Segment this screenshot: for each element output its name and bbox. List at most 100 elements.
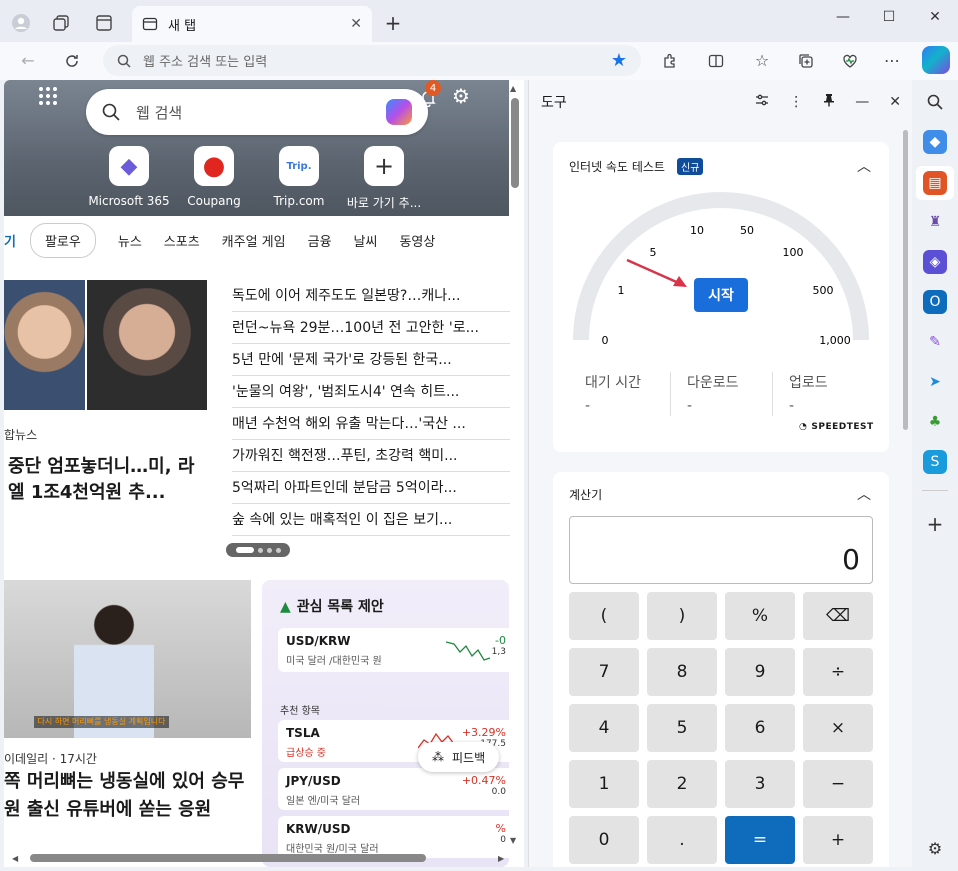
profile-icon[interactable] <box>6 8 36 38</box>
feed-tab-sports[interactable]: 스포츠 <box>164 231 200 250</box>
web-search-box[interactable]: 웹 검색 <box>86 89 428 135</box>
sidebar-games-icon[interactable]: ♜ <box>923 210 947 234</box>
feed-tab-active[interactable]: 기 <box>4 231 16 250</box>
news-photo-right[interactable] <box>87 280 207 410</box>
feed-tab-video[interactable]: 동영상 <box>399 231 435 250</box>
headline-item[interactable]: 독도에 이어 제주도도 일본땅?…캐나... <box>232 280 510 312</box>
calc-key-one[interactable]: 1 <box>569 760 639 808</box>
maximize-icon[interactable]: ☐ <box>866 0 912 34</box>
scroll-left-icon[interactable]: ◀ <box>12 854 18 863</box>
start-test-button[interactable]: 시작 <box>694 278 748 312</box>
copilot-search-icon[interactable] <box>386 99 412 125</box>
customize-icon[interactable] <box>755 93 769 111</box>
pin-icon[interactable] <box>823 93 835 111</box>
feed-tab-follow[interactable]: 팔로우 <box>29 222 96 258</box>
apps-grid-icon[interactable] <box>36 84 60 108</box>
ntp-vertical-scrollbar[interactable]: ▲ ▼ <box>508 80 522 850</box>
collapse-chevron-icon[interactable]: ︿ <box>857 484 871 504</box>
scroll-right-icon[interactable]: ▶ <box>498 854 504 863</box>
tab-new-tab[interactable]: 새 탭 ✕ <box>132 6 372 42</box>
sidebar-telegram-icon[interactable]: ➤ <box>923 370 947 394</box>
address-bar[interactable]: 웹 주소 검색 또는 입력 ★ <box>103 45 641 76</box>
calc-key-divide[interactable]: ÷ <box>803 648 873 696</box>
sidebar-skype-icon[interactable]: S <box>923 450 947 474</box>
back-icon[interactable]: ← <box>12 45 44 76</box>
collections-icon[interactable] <box>790 45 822 76</box>
page-settings-icon[interactable]: ⚙ <box>452 84 470 108</box>
calc-key-open-paren[interactable]: ( <box>569 592 639 640</box>
video-news-card[interactable]: 다시 하면 머리뼈를 냉동실 계획입니다 이데일리 · 17시간 쪽 머리뼈는 … <box>4 580 251 867</box>
feed-tab-weather[interactable]: 날씨 <box>354 231 378 250</box>
feed-tab-news[interactable]: 뉴스 <box>118 231 142 250</box>
headline-item[interactable]: 매년 수천억 해외 유출 막는다…'국산 ... <box>232 408 510 440</box>
headline-item[interactable]: 5억짜리 아파트인데 분담금 5억이라... <box>232 472 510 504</box>
watch-row-jpyusd[interactable]: JPY/USD 일본 엔/미국 달러 +0.47% 0.0 <box>278 768 514 810</box>
headline-item[interactable]: 런던~뉴욕 29분…100년 전 고안한 '로... <box>232 312 510 344</box>
web-search-input[interactable]: 웹 검색 <box>136 102 182 123</box>
quicklink-coupang[interactable]: ● Coupang <box>169 146 259 208</box>
calc-key-eight[interactable]: 8 <box>647 648 717 696</box>
quicklink-microsoft365[interactable]: ◆ Microsoft 365 <box>84 146 174 208</box>
calc-key-nine[interactable]: 9 <box>725 648 795 696</box>
watch-row-usdkrw[interactable]: USD/KRW 미국 달러 /대한민국 원 -0 1,3 <box>278 628 514 672</box>
calc-key-minus[interactable]: − <box>803 760 873 808</box>
close-tab-icon[interactable]: ✕ <box>350 16 362 32</box>
sidebar-designer-icon[interactable]: ✎ <box>923 330 947 354</box>
sidebar-add-icon[interactable]: + <box>923 512 947 536</box>
copilot-icon[interactable] <box>922 46 950 74</box>
calc-key-seven[interactable]: 7 <box>569 648 639 696</box>
calc-key-zero[interactable]: 0 <box>569 816 639 864</box>
browser-essentials-icon[interactable] <box>834 45 866 76</box>
calc-key-close-paren[interactable]: ) <box>647 592 717 640</box>
calc-key-three[interactable]: 3 <box>725 760 795 808</box>
quicklink-tripcom[interactable]: Trip. Trip.com <box>254 146 344 208</box>
calc-key-equals[interactable]: = <box>725 816 795 864</box>
headline-item[interactable]: 가까워진 핵전쟁…푸틴, 초강력 핵미... <box>232 440 510 472</box>
pane-close-icon[interactable]: ✕ <box>889 94 901 110</box>
quicklink-add-shortcut[interactable]: + 바로 가기 추... <box>339 146 429 211</box>
sidebar-m365-icon[interactable]: ◈ <box>923 250 947 274</box>
top-story-title[interactable]: 중단 엄포놓더니…미, 라엘 1조4천억원 추... <box>8 454 208 506</box>
pane-minimize-icon[interactable]: — <box>855 94 869 110</box>
feed-tab-games[interactable]: 캐주얼 게임 <box>222 231 286 250</box>
minimize-icon[interactable]: — <box>820 0 866 34</box>
sidebar-search-icon[interactable] <box>923 90 947 114</box>
sidebar-shopping-icon[interactable]: ◆ <box>923 130 947 154</box>
carousel-pager[interactable] <box>226 543 290 557</box>
calc-key-multiply[interactable]: × <box>803 704 873 752</box>
new-tab-icon[interactable]: + <box>380 10 406 36</box>
headline-item[interactable]: '눈물의 여왕', '범죄도시4' 연속 히트... <box>232 376 510 408</box>
calc-key-percent[interactable]: % <box>725 592 795 640</box>
calc-key-two[interactable]: 2 <box>647 760 717 808</box>
workspaces-icon[interactable] <box>46 8 76 38</box>
tab-actions-icon[interactable] <box>89 8 119 38</box>
extensions-icon[interactable] <box>654 45 686 76</box>
favorite-star-icon[interactable]: ★ <box>611 50 627 71</box>
feedback-button[interactable]: ⁂ 피드백 <box>418 742 500 772</box>
calc-key-backspace[interactable]: ⌫ <box>803 592 873 640</box>
feed-tab-finance[interactable]: 금융 <box>308 231 332 250</box>
more-options-icon[interactable]: ⋯ <box>876 45 908 76</box>
sidebar-tree-icon[interactable]: ♣ <box>923 410 947 434</box>
calc-key-four[interactable]: 4 <box>569 704 639 752</box>
calc-key-plus[interactable]: + <box>803 816 873 864</box>
pager-dot[interactable] <box>266 547 272 553</box>
pane-scroll-thumb[interactable] <box>903 130 908 430</box>
window-close-icon[interactable]: ✕ <box>912 0 958 34</box>
speedtest-logo[interactable]: ◔ SPEEDTEST <box>799 422 874 432</box>
ntp-scroll-thumb[interactable] <box>511 98 519 188</box>
sidebar-tools-icon[interactable]: ▤ <box>923 171 947 195</box>
scroll-down-icon[interactable]: ▼ <box>510 836 516 845</box>
pane-more-icon[interactable]: ⋮ <box>789 94 803 110</box>
refresh-icon[interactable] <box>56 45 88 76</box>
collapse-chevron-icon[interactable]: ︿ <box>857 156 871 176</box>
calc-key-five[interactable]: 5 <box>647 704 717 752</box>
scroll-up-icon[interactable]: ▲ <box>510 84 516 93</box>
headline-item[interactable]: 5년 만에 '문제 국가'로 강등된 한국... <box>232 344 510 376</box>
calc-key-six[interactable]: 6 <box>725 704 795 752</box>
pager-dot[interactable] <box>275 547 281 553</box>
split-screen-icon[interactable] <box>700 45 732 76</box>
pager-dot[interactable] <box>257 547 263 553</box>
calc-key-decimal[interactable]: . <box>647 816 717 864</box>
ntp-hscroll-thumb[interactable] <box>30 854 426 862</box>
